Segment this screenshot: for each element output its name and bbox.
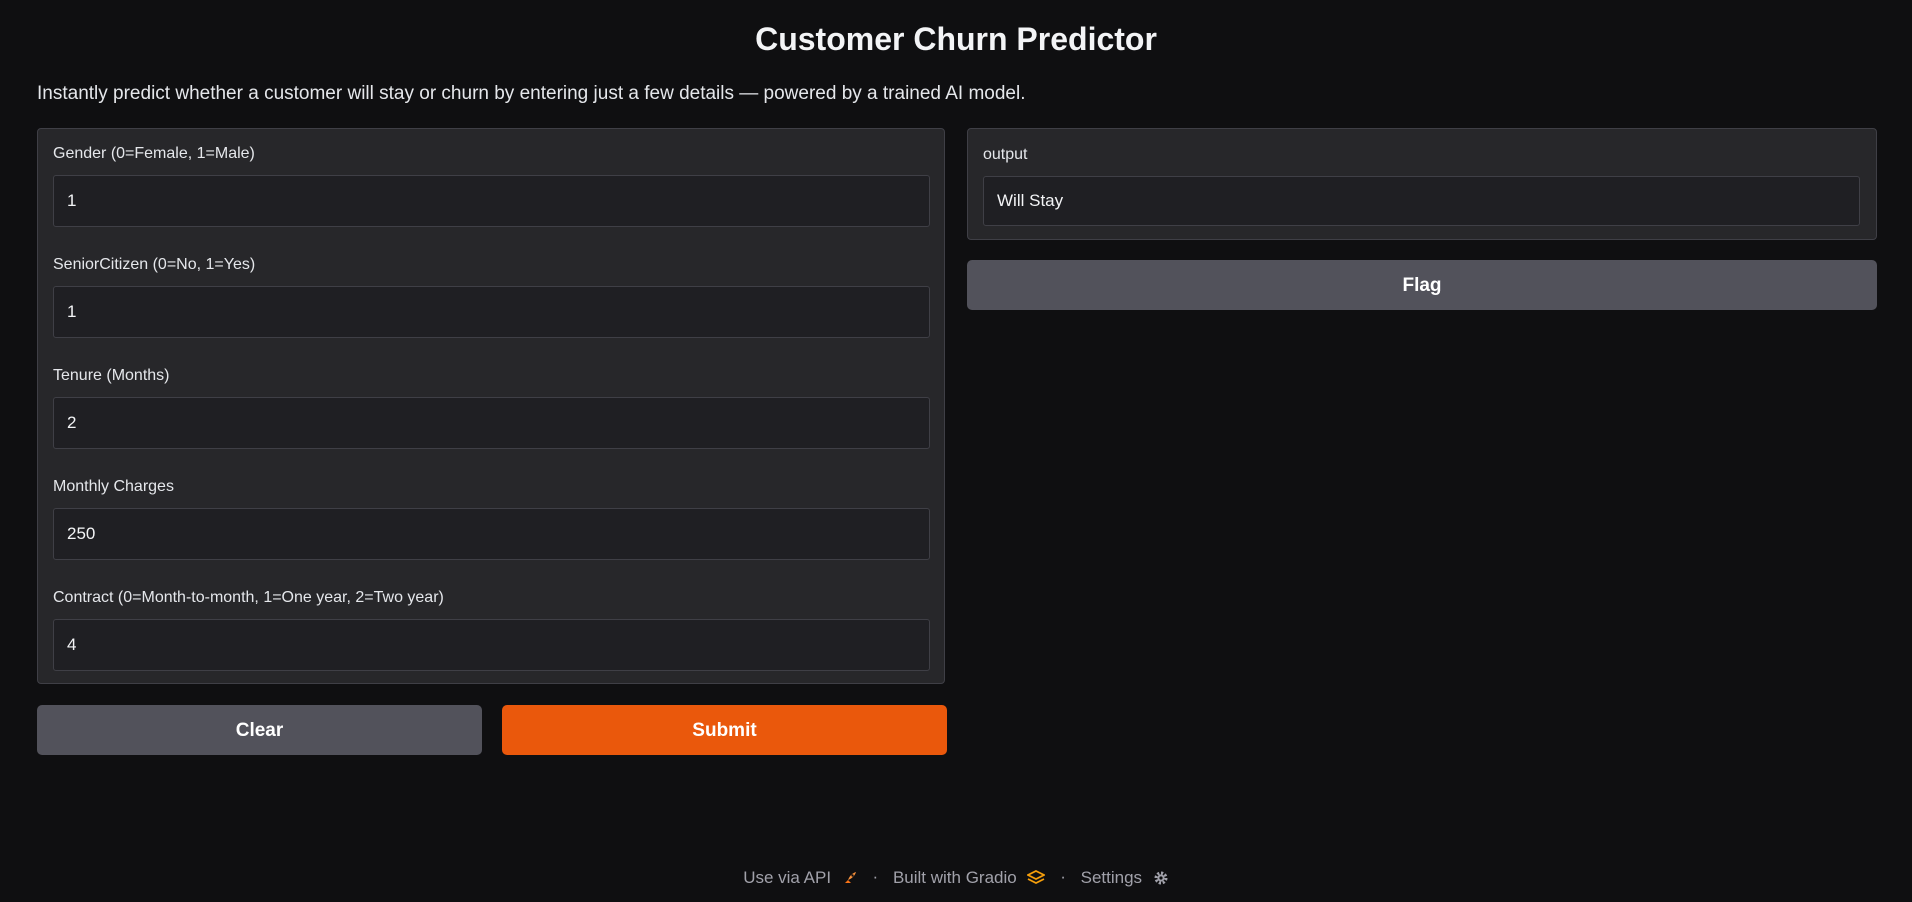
monthly-charges-field: Monthly Charges <box>53 476 930 560</box>
clear-button[interactable]: Clear <box>37 705 482 755</box>
monthly-charges-input[interactable] <box>53 508 930 560</box>
contract-label: Contract (0=Month-to-month, 1=One year, … <box>53 589 444 606</box>
flag-button[interactable]: Flag <box>967 260 1877 310</box>
monthly-charges-label: Monthly Charges <box>53 478 174 495</box>
gender-field: Gender (0=Female, 1=Male) <box>53 143 930 227</box>
input-panel: Gender (0=Female, 1=Male) SeniorCitizen … <box>37 128 945 684</box>
output-textbox[interactable]: Will Stay <box>983 176 1860 226</box>
senior-citizen-field: SeniorCitizen (0=No, 1=Yes) <box>53 254 930 338</box>
page-description: Instantly predict whether a customer wil… <box>37 83 1026 104</box>
built-with-gradio-label: Built with Gradio <box>892 867 1017 887</box>
settings-link[interactable]: Settings <box>1081 865 1169 891</box>
output-panel: output Will Stay <box>967 128 1877 240</box>
tenure-field: Tenure (Months) <box>53 365 930 449</box>
built-with-gradio-link[interactable]: Built with Gradio <box>892 865 1047 891</box>
rocket-icon <box>844 872 856 884</box>
use-via-api-label: Use via API <box>743 867 832 887</box>
footer-separator-2: · <box>1060 867 1066 886</box>
gear-icon <box>1154 871 1168 885</box>
page-title: Customer Churn Predictor <box>755 21 1157 57</box>
contract-input[interactable] <box>53 619 930 671</box>
footer-separator: · <box>872 867 879 886</box>
settings-label: Settings <box>1080 867 1143 887</box>
senior-citizen-label: SeniorCitizen (0=No, 1=Yes) <box>53 256 256 273</box>
gender-input[interactable] <box>53 175 930 227</box>
gender-label: Gender (0=Female, 1=Male) <box>53 145 255 162</box>
footer: Use via API · Built with Gradio · Settin… <box>0 864 1912 891</box>
tenure-input[interactable] <box>53 397 930 449</box>
use-via-api-link[interactable]: Use via API <box>743 865 858 891</box>
tenure-label: Tenure (Months) <box>53 367 170 384</box>
contract-field: Contract (0=Month-to-month, 1=One year, … <box>53 587 930 671</box>
submit-button[interactable]: Submit <box>502 705 947 755</box>
senior-citizen-input[interactable] <box>53 286 930 338</box>
gradio-logo-icon <box>1026 870 1047 885</box>
app-page: Customer Churn Predictor Instantly predi… <box>0 0 1912 902</box>
output-label: output <box>983 146 1028 163</box>
